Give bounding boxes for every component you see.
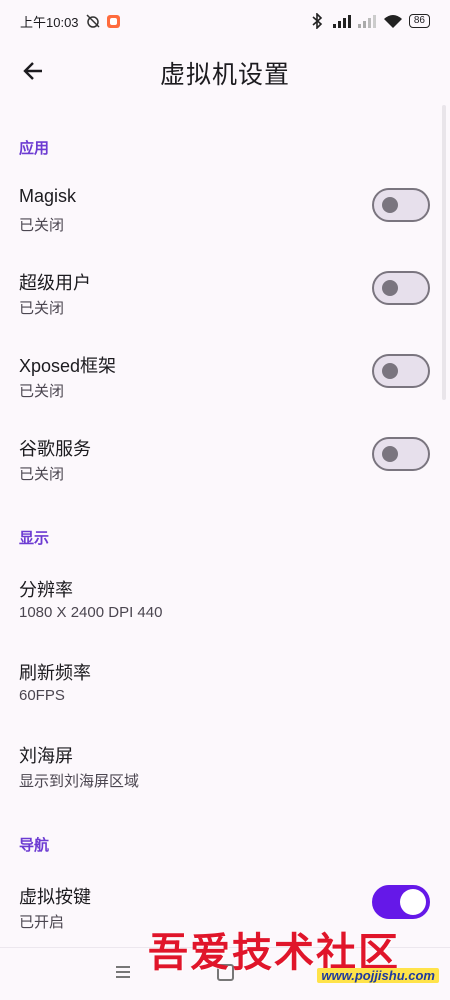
setting-row-magisk[interactable]: Magisk 已关闭	[0, 186, 450, 258]
setting-row-resolution[interactable]: 分辨率 1080 X 2400 DPI 440	[0, 576, 450, 648]
status-bar: 上午10:03 86	[0, 0, 450, 42]
switch-thumb	[382, 197, 398, 213]
signal-weak-icon	[357, 14, 377, 28]
setting-title: 刘海屏	[19, 746, 73, 766]
section-header-navigation: 导航	[19, 837, 50, 854]
setting-title: 分辨率	[19, 580, 73, 600]
setting-row-notch[interactable]: 刘海屏 显示到刘海屏区域	[0, 742, 450, 814]
signal-hd-icon	[329, 14, 351, 28]
setting-row-refresh-rate[interactable]: 刷新频率 60FPS	[0, 659, 450, 731]
status-left: 上午10:03	[20, 12, 120, 31]
setting-row-google-services[interactable]: 谷歌服务 已关闭	[0, 435, 450, 507]
section-header-display: 显示	[19, 530, 50, 547]
magisk-switch[interactable]	[372, 188, 430, 222]
superuser-switch[interactable]	[372, 271, 430, 305]
status-right: 86	[311, 13, 430, 29]
scrollbar[interactable]	[442, 105, 446, 400]
setting-row-xposed[interactable]: Xposed框架 已关闭	[0, 352, 450, 424]
page-title: 虚拟机设置	[159, 61, 290, 89]
wifi-icon	[383, 14, 403, 28]
section-header-apps: 应用	[19, 140, 50, 157]
google-services-switch[interactable]	[372, 437, 430, 471]
setting-summary: 已关闭	[19, 300, 65, 317]
setting-summary: 1080 X 2400 DPI 440	[19, 604, 163, 621]
xposed-switch[interactable]	[372, 354, 430, 388]
setting-title: 虚拟按键	[19, 887, 91, 907]
setting-row-superuser[interactable]: 超级用户 已关闭	[0, 269, 450, 341]
battery-indicator: 86	[408, 14, 430, 28]
bluetooth-icon	[311, 13, 323, 29]
setting-title: 刷新频率	[19, 663, 91, 683]
switch-thumb	[382, 363, 398, 379]
alarm-off-icon	[85, 13, 101, 29]
app-notification-icon	[106, 14, 120, 28]
setting-summary: 已关闭	[19, 466, 65, 483]
setting-title: Xposed框架	[19, 356, 117, 376]
setting-summary: 已开启	[19, 914, 65, 931]
setting-summary: 已关闭	[19, 217, 65, 234]
setting-summary: 已关闭	[19, 383, 65, 400]
switch-thumb	[400, 889, 426, 915]
home-icon[interactable]	[217, 964, 234, 981]
virtual-keys-switch[interactable]	[372, 885, 430, 919]
menu-icon[interactable]	[116, 966, 130, 978]
setting-title: 超级用户	[19, 273, 91, 293]
top-app-bar: 虚拟机设置	[0, 42, 450, 100]
setting-summary: 显示到刘海屏区域	[19, 773, 140, 790]
switch-thumb	[382, 446, 398, 462]
setting-title: Magisk	[19, 186, 77, 206]
setting-title: 谷歌服务	[19, 439, 91, 459]
setting-summary: 60FPS	[19, 687, 65, 704]
setting-row-virtual-keys[interactable]: 虚拟按键 已开启	[0, 883, 450, 955]
switch-thumb	[382, 280, 398, 296]
status-time: 上午10:03	[20, 14, 79, 30]
system-nav-bar	[0, 947, 450, 1000]
